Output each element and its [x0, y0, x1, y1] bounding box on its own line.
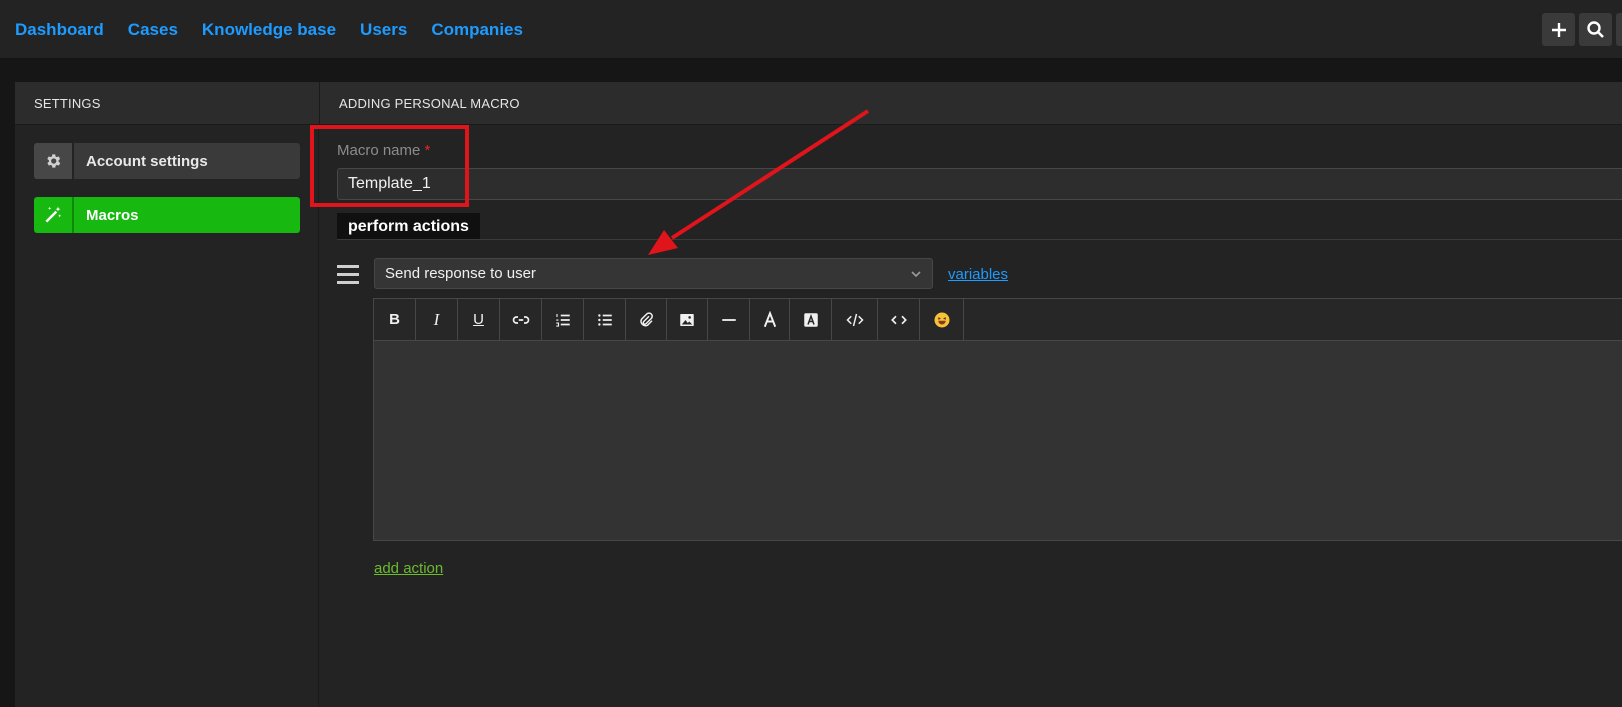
- emoji-icon: [934, 312, 949, 327]
- text-color-button[interactable]: [750, 299, 790, 340]
- image-button[interactable]: [667, 299, 708, 340]
- code-inline-button[interactable]: [878, 299, 920, 340]
- sidebar-item-account-settings[interactable]: Account settings: [34, 143, 300, 179]
- settings-sidebar: Account settings Macros: [15, 125, 319, 707]
- macro-form: Macro name * perform actions Send respon…: [310, 125, 1622, 707]
- code-view-icon: [845, 313, 864, 326]
- variables-link[interactable]: variables: [948, 266, 1008, 283]
- nav-cases[interactable]: Cases: [128, 20, 178, 40]
- nav-knowledge-base[interactable]: Knowledge base: [202, 20, 336, 40]
- code-inline-icon: [890, 315, 907, 324]
- drag-handle-icon[interactable]: [337, 265, 359, 285]
- magic-wand-icon: [34, 197, 74, 233]
- search-icon: [1586, 20, 1604, 38]
- search-button[interactable]: [1579, 13, 1612, 46]
- horizontal-rule-button[interactable]: [708, 299, 750, 340]
- settings-panel: SETTINGS ADDING PERSONAL MACRO Account s…: [15, 82, 1622, 707]
- background-color-icon: [803, 312, 818, 327]
- paperclip-icon: [640, 311, 653, 326]
- italic-button[interactable]: I: [416, 299, 458, 340]
- horizontal-rule-icon: [721, 318, 736, 321]
- gear-icon: [34, 143, 74, 179]
- background-color-button[interactable]: [790, 299, 832, 340]
- text-color-icon: [763, 310, 776, 327]
- nav-users[interactable]: Users: [360, 20, 407, 40]
- code-view-button[interactable]: [832, 299, 878, 340]
- top-actions: [1542, 13, 1622, 46]
- editor-toolbar: B I U: [374, 299, 1622, 341]
- bold-button[interactable]: B: [374, 299, 416, 340]
- sidebar-item-macros[interactable]: Macros: [34, 197, 300, 233]
- nav-dashboard[interactable]: Dashboard: [15, 20, 104, 40]
- chevron-down-icon: [911, 271, 921, 278]
- bold-icon: B: [389, 311, 400, 328]
- more-button[interactable]: [1616, 13, 1622, 46]
- macro-name-input[interactable]: [337, 168, 1622, 200]
- ordered-list-button[interactable]: [542, 299, 584, 340]
- top-navigation-bar: Dashboard Cases Knowledge base Users Com…: [0, 0, 1622, 59]
- link-button[interactable]: [500, 299, 542, 340]
- emoji-button[interactable]: [920, 299, 964, 340]
- link-icon: [512, 315, 529, 324]
- main-nav: Dashboard Cases Knowledge base Users Com…: [15, 20, 523, 40]
- italic-icon: I: [433, 309, 440, 329]
- action-type-value: Send response to user: [385, 265, 536, 282]
- rich-text-editor: B I U: [373, 298, 1622, 541]
- panel-header: SETTINGS ADDING PERSONAL MACRO: [15, 82, 1622, 125]
- bullet-list-icon: [597, 313, 612, 326]
- section-divider: [337, 239, 1622, 240]
- sidebar-item-label: Account settings: [86, 153, 208, 170]
- underline-button[interactable]: U: [458, 299, 500, 340]
- attachment-button[interactable]: [626, 299, 667, 340]
- perform-actions-label: perform actions: [337, 213, 480, 240]
- add-action-link[interactable]: add action: [374, 560, 443, 577]
- plus-icon: [1551, 22, 1566, 37]
- action-type-select[interactable]: Send response to user: [374, 258, 933, 289]
- underline-icon: U: [473, 311, 484, 328]
- sidebar-item-label: Macros: [86, 207, 139, 224]
- image-icon: [680, 313, 694, 326]
- add-button[interactable]: [1542, 13, 1575, 46]
- bullet-list-button[interactable]: [584, 299, 626, 340]
- macro-header: ADDING PERSONAL MACRO: [319, 82, 520, 125]
- ordered-list-icon: [555, 313, 570, 327]
- nav-companies[interactable]: Companies: [431, 20, 523, 40]
- settings-header: SETTINGS: [34, 96, 101, 111]
- annotation-highlight-box: [310, 125, 469, 207]
